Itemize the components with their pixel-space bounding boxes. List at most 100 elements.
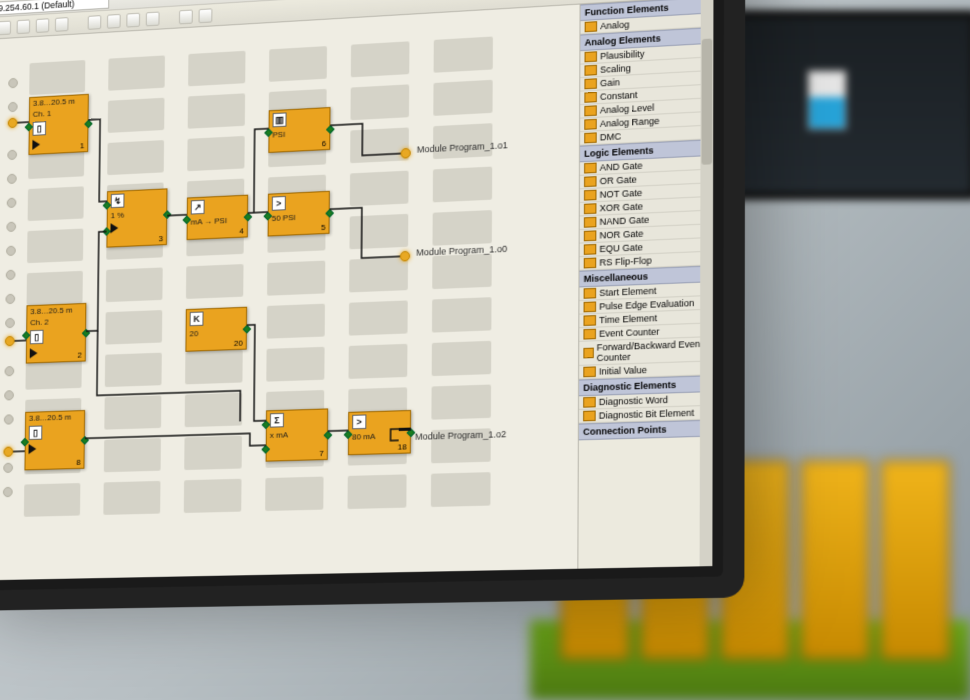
copy-button[interactable] [36,18,50,33]
io-dot-a2i0[interactable] [8,118,18,128]
block-scale-label: mA → PSI [188,214,247,228]
grid-slot [348,474,407,509]
grid-slot [29,60,85,95]
palette-item-label: NOT Gate [600,188,643,200]
io-dot-inactive[interactable] [3,463,13,473]
k-icon: K [190,311,204,326]
grid-slot [350,127,409,163]
grid-slot [267,261,325,296]
io-dot-inactive[interactable] [5,318,15,328]
block-scale-mA-PSI[interactable]: ↗ mA → PSI 4 [187,195,249,240]
block-channel-8[interactable]: 3.8…20.5 m ▯ 8 [24,410,85,470]
zoom-in-button[interactable] [179,9,193,24]
palette-item-icon [583,366,596,377]
palette-item-icon [584,258,597,269]
element-palette[interactable]: Function Elements Analog Analog Elements… [577,0,713,569]
grid-slot [432,341,492,376]
palette-item-icon [584,288,597,299]
io-dot-inactive[interactable] [8,102,18,112]
io-dot-inactive[interactable] [7,198,17,208]
io-dot-out1[interactable] [401,148,411,159]
laptop-frame: | [0,0,724,591]
grid-slot [267,304,325,339]
io-dot-inactive[interactable] [8,78,18,88]
grid-slot [105,353,162,387]
compile-button[interactable] [88,15,102,30]
paste-button[interactable] [55,17,69,32]
grid-slot [186,264,244,299]
palette-item-label: Plausibility [600,49,644,62]
palette-item-label: Gain [600,77,620,88]
io-dot-inactive[interactable] [6,270,16,280]
grid-slot [350,84,409,120]
cut-button[interactable] [17,19,31,34]
grid-slot [106,267,163,302]
grid-slot [432,297,492,332]
io-dot-inactive[interactable] [5,366,15,376]
palette-item-label: OR Gate [600,174,637,186]
io-dot-inactive[interactable] [4,414,14,424]
palette-item-icon [583,315,596,326]
redo-button[interactable] [0,20,11,35]
grid-slot [24,483,81,517]
block-channel-2[interactable]: 3.8…20.5 m Ch. 2 ▯ 2 [26,303,87,364]
io-dot-out0[interactable] [400,251,410,262]
arrow-icon: ↗ [191,200,205,215]
io-dot-inactive[interactable] [6,222,16,232]
block-compare-50psi[interactable]: > 50 PSI 5 [268,191,330,237]
grid-slot [185,350,243,385]
block-percent-1[interactable]: ↯ 1 % 3 [106,188,167,247]
palette-scrollbar[interactable] [700,0,714,566]
palette-item-label: RS Flip-Flop [599,255,651,268]
grid-slot [431,472,491,507]
block-compare-80mA[interactable]: > 80 mA 18 [348,410,411,455]
io-dot-inactive[interactable] [7,174,17,184]
door-icon: ▯ [29,425,43,440]
palette-item-label: Start Element [599,285,656,298]
play-icon [28,444,36,454]
io-dot-a2i1[interactable] [5,336,15,346]
start-button[interactable] [126,12,140,27]
palette-section-header[interactable]: Connection Points [579,420,713,441]
palette-item-label: NOR Gate [599,228,643,240]
block-constant-20[interactable]: K 20 20 [185,307,247,352]
grid-slot [433,167,492,203]
io-dot-inactive[interactable] [3,487,13,497]
palette-item-icon [584,105,597,116]
palette-item-icon [584,301,597,312]
io-dot-inactive[interactable] [5,294,15,304]
grid-slot [27,229,83,264]
block-label: 50 PSI [269,210,329,224]
block-display-psi[interactable]: ▥ PSI 6 [268,107,330,153]
block-sum-mA[interactable]: Σ x mA 7 [266,408,329,461]
palette-item-label: AND Gate [600,160,643,172]
palette-item-icon [584,244,597,255]
io-dot-a2i2[interactable] [3,447,13,457]
palette-item-label: Scaling [600,63,631,75]
palette-item-icon [584,217,597,228]
palette-item-label: Diagnostic Word [599,395,668,408]
io-dot-inactive[interactable] [7,150,17,160]
grid-slot [349,300,408,335]
grid-slot [269,46,327,82]
grid-slot [28,186,84,221]
io-dot-inactive[interactable] [6,246,16,256]
sigma-icon: Σ [270,413,284,428]
block-label: PSI [269,126,329,140]
zoom-out-button[interactable] [199,8,213,23]
block-channel-1[interactable]: 3.8…20.5 m Ch. 1 ▯ 1 [28,94,88,155]
palette-item-icon [584,78,597,89]
grid-slot [107,140,164,175]
function-block-canvas[interactable]: a2.i0 a2.i1 a2.i2 Module Program_1.o1 Mo… [0,5,580,581]
palette-item-label: Constant [600,90,638,102]
download-button[interactable] [107,13,121,28]
io-dot-inactive[interactable] [4,390,14,400]
palette-item-icon [584,230,597,241]
palette-item-icon [583,410,596,421]
stop-button[interactable] [146,11,160,26]
scrollbar-thumb[interactable] [701,38,712,164]
grid-slot [351,41,410,77]
grid-slot [188,51,245,87]
grid-slot [185,393,243,428]
palette-item-label: Initial Value [599,365,647,377]
